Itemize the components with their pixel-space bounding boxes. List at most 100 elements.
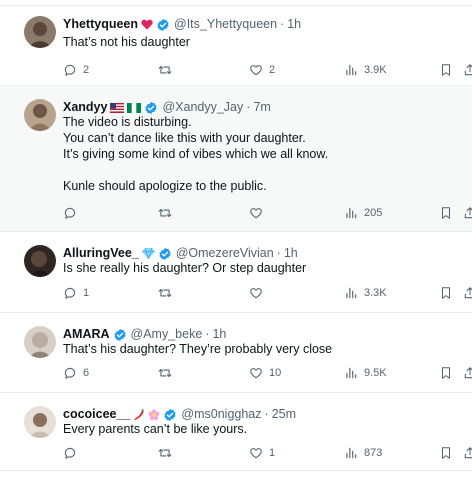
tweet[interactable]: cocoicee__ @ms0nigghaz · 25m Every paren… <box>0 394 472 471</box>
views-button[interactable]: 3.9K <box>344 62 387 78</box>
retweet-button[interactable] <box>158 285 178 301</box>
retweet-button[interactable] <box>158 62 178 78</box>
tweet-actions: 1 873 <box>63 445 472 461</box>
avatar-image <box>24 406 56 438</box>
tweet-text: That’s his daughter? They’re probably ve… <box>63 341 332 357</box>
author-handle[interactable]: @Its_Yhettyqueen <box>174 16 277 33</box>
bookmark-icon <box>441 64 451 76</box>
like-button[interactable]: 2 <box>249 62 275 78</box>
tweet-text-line <box>63 162 328 178</box>
share-icon <box>464 447 472 459</box>
avatar[interactable] <box>24 406 56 438</box>
share-icon <box>464 287 472 299</box>
tweet-actions: 205 <box>63 205 472 221</box>
avatar-image <box>24 326 56 358</box>
share-icon <box>464 207 472 219</box>
reply-button[interactable] <box>63 445 83 461</box>
bookmark-icon <box>441 447 451 459</box>
flag-us-icon <box>110 102 125 113</box>
reply-button[interactable] <box>63 205 83 221</box>
reply-button[interactable]: 1 <box>63 285 89 301</box>
like-icon <box>250 368 262 379</box>
views-icon <box>346 287 357 299</box>
like-button[interactable] <box>249 205 269 221</box>
tweet[interactable]: Yhettyqueen @Its_Yhettyqueen · 1h That’s… <box>0 7 472 86</box>
tweet-text: Every parents can’t be like yours. <box>63 421 247 437</box>
reply-icon <box>64 287 76 299</box>
like-button[interactable] <box>249 285 269 301</box>
avatar[interactable] <box>24 99 56 131</box>
tweet-text-line: The video is disturbing. <box>63 115 192 129</box>
separator-dot: · <box>264 407 269 421</box>
reply-count: 1 <box>83 287 90 299</box>
retweet-icon <box>158 208 172 218</box>
like-count: 10 <box>269 367 282 379</box>
tweet-text-line: Is she really his daughter? Or step daug… <box>63 261 307 275</box>
tweet-text-line: That’s his daughter? They’re probably ve… <box>63 342 333 356</box>
views-button[interactable]: 3.3K <box>344 285 387 301</box>
tweet-time[interactable]: 1h <box>287 16 301 33</box>
like-button[interactable]: 1 <box>249 445 275 461</box>
tweet-actions: 2 2 3.9K <box>63 62 472 78</box>
views-button[interactable]: 873 <box>344 445 382 461</box>
retweet-button[interactable] <box>158 445 178 461</box>
tweet[interactable]: AMARA @Amy_beke · 1h That’s his daughter… <box>0 314 472 393</box>
like-icon <box>250 65 262 76</box>
tweet-time[interactable]: 25m <box>272 406 296 423</box>
reply-icon <box>64 447 76 459</box>
avatar[interactable] <box>24 326 56 358</box>
avatar-image <box>24 245 56 277</box>
tweet[interactable]: AlluringVee_ @OmezereVivian · 1h Is she … <box>0 233 472 313</box>
retweet-button[interactable] <box>158 365 178 381</box>
views-button[interactable]: 9.5K <box>344 365 387 381</box>
view-count: 9.5K <box>364 367 387 379</box>
retweet-icon <box>158 288 172 298</box>
share-button[interactable] <box>463 365 472 381</box>
bookmark-button[interactable] <box>439 285 453 301</box>
tweet-text-line: It’s giving some kind of vibes which we … <box>63 147 329 161</box>
flower-emoji-icon <box>148 409 160 421</box>
heart-emoji-icon <box>141 19 153 30</box>
tweet-text: That’s not his daughter <box>63 34 190 50</box>
tweet[interactable]: Xandyy @Xandyy_Jay · 7m The video is dis… <box>0 87 472 232</box>
tweet-actions: 6 10 9.5K <box>63 365 472 381</box>
reply-icon <box>64 64 76 76</box>
bookmark-button[interactable] <box>439 445 453 461</box>
bookmark-button[interactable] <box>439 365 453 381</box>
reply-button[interactable]: 2 <box>63 62 89 78</box>
views-icon <box>346 64 357 76</box>
views-button[interactable]: 205 <box>344 205 382 221</box>
like-icon <box>250 448 262 459</box>
verified-badge-icon <box>164 408 176 421</box>
view-count: 3.9K <box>364 64 387 76</box>
bookmark-icon <box>441 367 451 379</box>
tweet-text-line: You can’t dance like this with your daug… <box>63 131 306 145</box>
bookmark-button[interactable] <box>439 62 453 78</box>
gem-emoji-icon <box>141 248 155 259</box>
tweet-actions: 1 3.3K <box>63 285 472 301</box>
like-button[interactable]: 10 <box>249 365 281 381</box>
verified-badge-icon <box>113 328 126 341</box>
reply-button[interactable]: 6 <box>63 365 89 381</box>
share-icon <box>464 64 472 76</box>
tweet-text: Is she really his daughter? Or step daug… <box>63 260 306 276</box>
tweet-text-line: Every parents can’t be like yours. <box>63 422 248 436</box>
avatar-image <box>24 99 56 131</box>
views-icon <box>346 367 357 379</box>
avatar[interactable] <box>24 16 56 48</box>
verified-badge-icon <box>157 18 169 31</box>
retweet-icon <box>158 448 172 458</box>
bookmark-button[interactable] <box>439 205 453 221</box>
like-count: 2 <box>269 64 276 76</box>
avatar[interactable] <box>24 245 56 277</box>
retweet-icon <box>158 65 172 75</box>
separator-dot: · <box>280 17 285 31</box>
retweet-button[interactable] <box>158 205 178 221</box>
share-button[interactable] <box>463 62 472 78</box>
share-button[interactable] <box>463 285 472 301</box>
share-button[interactable] <box>463 205 472 221</box>
author-name[interactable]: Yhettyqueen <box>63 16 138 33</box>
view-count: 873 <box>364 447 383 459</box>
share-button[interactable] <box>463 445 472 461</box>
avatar-image <box>24 16 56 48</box>
